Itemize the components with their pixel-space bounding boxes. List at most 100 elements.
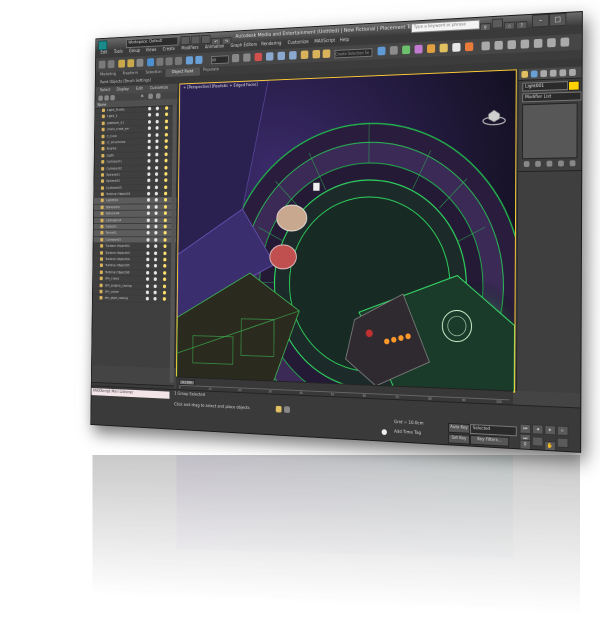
light-bulb-icon[interactable]: [163, 244, 167, 249]
render-toggle-icon[interactable]: [155, 126, 159, 130]
visibility-icon[interactable]: [146, 224, 150, 229]
light-bulb-icon[interactable]: [163, 251, 167, 255]
visibility-icon[interactable]: [147, 133, 151, 137]
render-toggle-icon[interactable]: [154, 218, 158, 222]
community-icon[interactable]: [491, 18, 503, 29]
filter-shapes-icon[interactable]: [104, 95, 109, 101]
render-toggle-icon[interactable]: [154, 244, 158, 249]
material-editor-icon[interactable]: [427, 44, 436, 54]
select-by-name-icon[interactable]: [156, 57, 164, 66]
menu-modifiers[interactable]: Modifiers: [181, 46, 198, 51]
modifier-list-dropdown[interactable]: Modifier List: [522, 91, 582, 103]
visibility-icon[interactable]: [147, 172, 151, 176]
render-toggle-icon[interactable]: [155, 113, 159, 117]
visibility-icon[interactable]: [147, 191, 151, 196]
render-toggle-icon[interactable]: [154, 185, 158, 189]
menu-customize[interactable]: Customize: [288, 40, 309, 46]
ribbon-tab-modeling[interactable]: Modeling: [100, 72, 116, 77]
snaps-toggle-icon[interactable]: [265, 52, 274, 61]
bind-space-warp-icon[interactable]: [136, 58, 144, 67]
light-bulb-icon[interactable]: [164, 132, 168, 137]
motion-tab-icon[interactable]: [549, 69, 557, 77]
light-bulb-icon[interactable]: [162, 290, 167, 295]
go-to-start-icon[interactable]: ⏮: [519, 423, 532, 435]
menu-tools[interactable]: Tools: [114, 50, 123, 55]
select-object-icon[interactable]: [147, 58, 155, 67]
rect-selection-icon[interactable]: [165, 57, 173, 66]
tab-customize[interactable]: Customize: [150, 86, 168, 91]
render-toggle-icon[interactable]: [153, 290, 157, 295]
visibility-icon[interactable]: [146, 257, 150, 262]
save-file-icon[interactable]: [201, 34, 211, 45]
extra-tool-6-icon[interactable]: [547, 38, 556, 48]
explorer-settings-icon[interactable]: [155, 93, 161, 99]
extra-tool-3-icon[interactable]: [507, 40, 516, 50]
render-toggle-icon[interactable]: [155, 145, 159, 150]
visibility-icon[interactable]: [147, 178, 151, 183]
light-bulb-icon[interactable]: [164, 165, 168, 170]
render-toggle-icon[interactable]: [154, 224, 158, 229]
layer-manager-icon[interactable]: [377, 46, 386, 56]
light-bulb-icon[interactable]: [164, 172, 168, 176]
key-filters-button[interactable]: Key Filters...: [469, 434, 510, 447]
visibility-icon[interactable]: [147, 119, 152, 124]
menu-graph-editors[interactable]: Graph Editors: [230, 43, 257, 49]
remove-modifier-icon[interactable]: [558, 160, 564, 167]
render-toggle-icon[interactable]: [154, 172, 159, 176]
light-bulb-icon[interactable]: [163, 277, 167, 282]
visibility-icon[interactable]: [146, 211, 150, 216]
render-toggle-icon[interactable]: [154, 211, 158, 216]
extra-tool-5-icon[interactable]: [533, 38, 543, 49]
visibility-icon[interactable]: [145, 283, 150, 288]
menu-views[interactable]: Views: [146, 48, 157, 53]
visibility-icon[interactable]: [146, 205, 151, 209]
visibility-icon[interactable]: [146, 231, 150, 235]
visibility-icon[interactable]: [146, 237, 150, 242]
percent-snap-icon[interactable]: [289, 50, 297, 60]
make-unique-icon[interactable]: [546, 160, 553, 167]
reference-coord-icon[interactable]: [231, 53, 240, 63]
light-bulb-icon[interactable]: [163, 224, 167, 229]
object-name-field[interactable]: Light001: [522, 81, 569, 92]
visibility-icon[interactable]: [147, 159, 151, 163]
prev-frame-icon[interactable]: ◂: [531, 424, 544, 435]
light-bulb-icon[interactable]: [163, 198, 168, 202]
object-color-swatch[interactable]: [568, 80, 580, 91]
light-bulb-icon[interactable]: [165, 106, 169, 110]
light-bulb-icon[interactable]: [162, 297, 166, 302]
undo-icon[interactable]: [98, 60, 106, 69]
visibility-icon[interactable]: [148, 113, 152, 118]
orbit-icon[interactable]: [556, 437, 569, 449]
graphite-toolbar-icon[interactable]: [389, 45, 398, 55]
menu-edit[interactable]: Edit: [100, 51, 107, 56]
edit-named-selection-icon[interactable]: [300, 50, 309, 60]
render-toggle-icon[interactable]: [153, 284, 157, 288]
perspective-viewport[interactable]: + [Perspective] [Realistic + Edged Faces…: [175, 69, 517, 393]
pin-stack-icon[interactable]: [523, 161, 530, 168]
utilities-tab-icon[interactable]: [569, 68, 576, 77]
light-bulb-icon[interactable]: [164, 112, 169, 117]
manipulate-icon[interactable]: [254, 52, 262, 62]
light-bulb-icon[interactable]: [163, 204, 168, 209]
show-end-result-icon[interactable]: [535, 160, 541, 167]
create-tab-icon[interactable]: [521, 70, 529, 78]
tab-display[interactable]: Display: [116, 87, 129, 92]
render-toggle-icon[interactable]: [154, 198, 158, 203]
light-bulb-icon[interactable]: [163, 218, 167, 222]
menu-create[interactable]: Create: [163, 47, 175, 52]
menu-help[interactable]: Help: [340, 38, 349, 43]
set-key-button[interactable]: Set Key: [447, 433, 471, 445]
render-toggle-icon[interactable]: [155, 139, 159, 143]
link-icon[interactable]: [118, 59, 126, 68]
menu-group[interactable]: Group: [129, 49, 140, 54]
render-toggle-icon[interactable]: [153, 264, 158, 268]
schematic-view-icon[interactable]: [414, 44, 423, 54]
visibility-icon[interactable]: [147, 139, 151, 144]
render-toggle-icon[interactable]: [154, 205, 158, 209]
render-setup-icon[interactable]: [439, 43, 448, 53]
unlink-icon[interactable]: [127, 59, 135, 68]
light-bulb-icon[interactable]: [163, 211, 167, 216]
render-toggle-icon[interactable]: [154, 178, 159, 183]
maxscript-listener[interactable]: MAXScript Mini Listener: [91, 388, 170, 399]
light-bulb-icon[interactable]: [163, 270, 167, 275]
